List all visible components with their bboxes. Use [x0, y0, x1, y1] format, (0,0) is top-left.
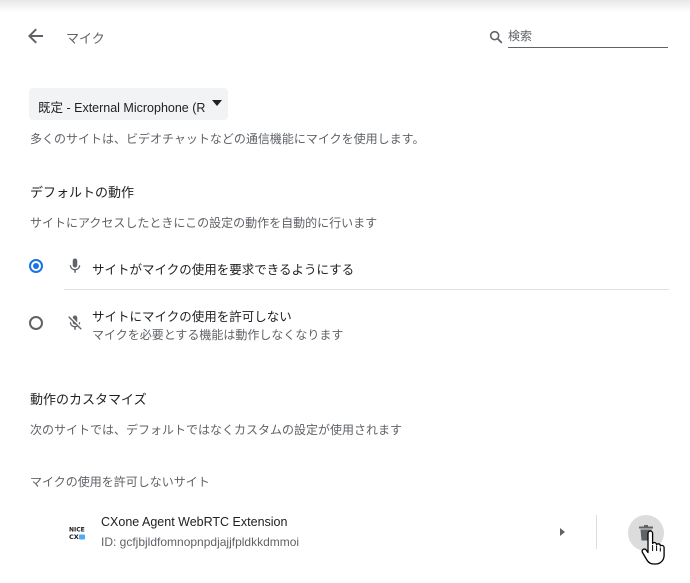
- option-block[interactable]: サイトにマイクの使用を許可しない マイクを必要とする機能は動作しなくなります: [0, 298, 690, 348]
- default-behavior-heading: デフォルトの動作: [30, 185, 135, 200]
- radio-block[interactable]: [29, 316, 43, 330]
- customized-subtitle: 次のサイトでは、デフォルトではなくカスタムの設定が使用されます: [30, 423, 403, 437]
- blocked-sites-heading: マイクの使用を許可しないサイト: [30, 475, 210, 489]
- mic-icon: [69, 258, 81, 273]
- site-name: CXone Agent WebRTC Extension: [101, 515, 288, 529]
- back-button[interactable]: [24, 24, 48, 48]
- option-block-sublabel: マイクを必要とする機能は動作しなくなります: [92, 328, 344, 342]
- microphone-select-value: 既定 - External Microphone (R: [38, 101, 206, 115]
- site-row[interactable]: NICE CX CXone Agent WebRTC Extension ID:…: [0, 505, 690, 561]
- default-behavior-subtitle: サイトにアクセスしたときにこの設定の動作を自動的に行います: [30, 216, 378, 230]
- option-allow-ask-label: サイトがマイクの使用を要求できるようにする: [92, 263, 355, 277]
- search-input[interactable]: [508, 24, 668, 48]
- option-block-label: サイトにマイクの使用を許可しない: [92, 310, 292, 324]
- nice-cx-logo-icon: NICE CX: [68, 524, 86, 542]
- page-description: 多くのサイトは、ビデオチャットなどの通信機能にマイクを使用します。: [30, 132, 425, 146]
- mic-off-icon: [68, 315, 82, 330]
- settings-page: マイク 既定 - External Microphone (R 多くのサイトは、…: [0, 0, 690, 583]
- search-icon: [489, 30, 503, 44]
- favicon-subtext: CX: [69, 533, 79, 541]
- search-box[interactable]: [488, 24, 670, 50]
- radio-allow-ask[interactable]: [29, 259, 43, 273]
- site-id: ID: gcfjbjldfomnopnpdjajjfpldkkdmmoi: [101, 535, 300, 549]
- site-favicon: NICE CX: [68, 524, 86, 542]
- option-divider: [64, 289, 669, 290]
- caret-down-icon: [212, 100, 222, 106]
- hand-cursor-icon: [641, 530, 665, 565]
- top-shadow: [0, 0, 690, 12]
- arrow-back-icon[interactable]: [24, 24, 48, 48]
- microphone-select[interactable]: 既定 - External Microphone (R: [29, 88, 228, 120]
- customized-heading: 動作のカスタマイズ: [30, 392, 147, 407]
- expand-arrow-icon[interactable]: [560, 528, 565, 536]
- site-separator: [596, 515, 597, 549]
- option-allow-ask[interactable]: サイトがマイクの使用を要求できるようにする: [0, 250, 690, 284]
- page-title: マイク: [66, 31, 105, 46]
- page-header: マイク: [0, 20, 690, 52]
